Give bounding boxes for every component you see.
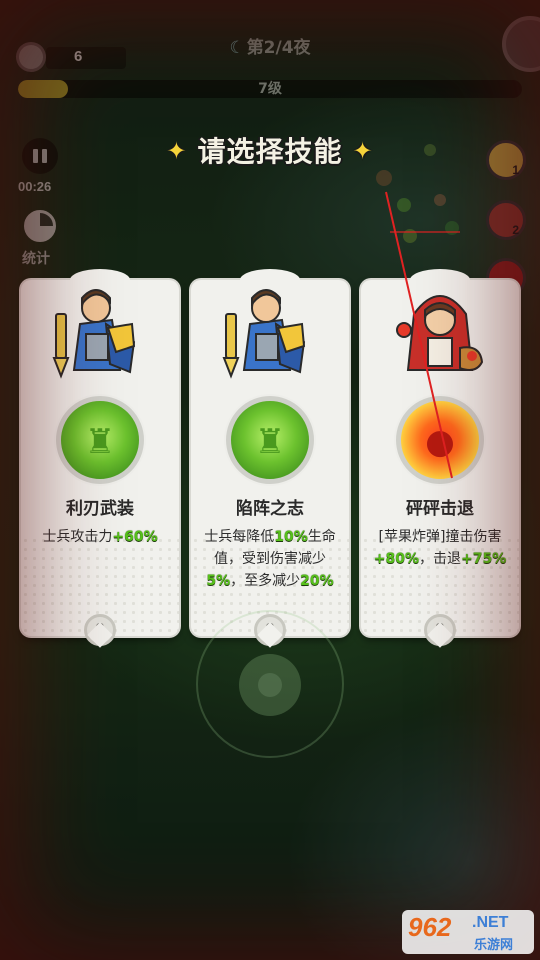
joystick-center <box>258 673 282 697</box>
aim-line <box>385 191 460 479</box>
watermark-net: .NET <box>472 914 509 931</box>
site-watermark: 962 .NET 乐游网 <box>402 910 534 954</box>
watermark-number: 962 <box>408 912 452 942</box>
watermark-cn: 乐游网 <box>474 938 514 953</box>
